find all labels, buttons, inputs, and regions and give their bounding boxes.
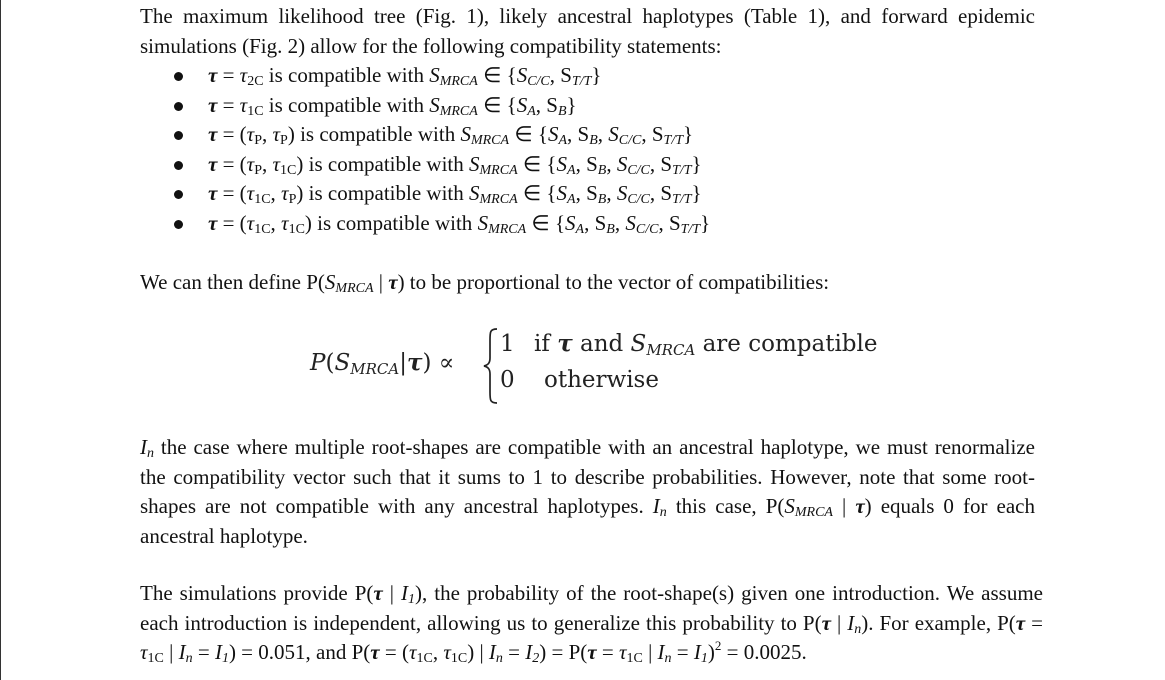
case-value: 1 <box>500 331 515 357</box>
compatibility-item: τ = τ1C is compatible with SMRCA ∈ {SA, … <box>174 91 710 121</box>
compatibility-item-text: τ = (τ1C, τP) is compatible with SMRCA ∈… <box>208 181 702 208</box>
bullet-icon <box>174 72 183 81</box>
bullet-icon <box>174 190 183 200</box>
compatibility-item: τ = (τ1C, τ1C) is compatible with SMRCA … <box>174 209 710 239</box>
page-border-line <box>0 0 1 680</box>
compatibility-list: τ = τ2C is compatible with SMRCA ∈ {SC/C… <box>174 61 710 239</box>
compatibility-item-text: τ = τ2C is compatible with SMRCA ∈ {SC/C… <box>208 63 602 89</box>
compatibility-item-text: τ = (τP, τ1C) is compatible with SMRCA ∈… <box>208 151 702 178</box>
bullet-icon <box>174 219 183 229</box>
equation-case-compatible: 1 if τ and SMRCA are compatible <box>500 330 878 359</box>
case-value: 0 <box>500 367 515 393</box>
intro-paragraph: The maximum likelihood tree (Fig. 1), li… <box>140 4 1035 58</box>
definition-paragraph: We can then define P(SMRCA | τ) to be pr… <box>140 270 830 296</box>
compatibility-equation: P(SMRCA|τ) ∝ 1 if τ and SMRCA are compati… <box>310 328 910 404</box>
bullet-icon <box>174 131 183 141</box>
renormalize-paragraph: In the case where multiple root-shapes a… <box>140 435 1036 548</box>
case-condition: if τ and SMRCA are compatible <box>534 330 878 359</box>
equation-case-otherwise: 0 otherwise <box>500 367 659 393</box>
compatibility-item: τ = (τP, τP) is compatible with SMRCA ∈ … <box>174 120 710 150</box>
compatibility-item: τ = τ2C is compatible with SMRCA ∈ {SC/C… <box>174 61 710 91</box>
simulations-paragraph: The simulations provide P(τ | I1), the p… <box>140 581 1043 666</box>
compatibility-item: τ = (τ1C, τP) is compatible with SMRCA ∈… <box>174 179 710 209</box>
compatibility-item: τ = (τP, τ1C) is compatible with SMRCA ∈… <box>174 150 710 180</box>
case-condition: otherwise <box>544 367 659 393</box>
bullet-icon <box>174 160 183 170</box>
compatibility-item-text: τ = (τ1C, τ1C) is compatible with SMRCA … <box>208 210 711 237</box>
compatibility-item-text: τ = τ1C is compatible with SMRCA ∈ {SA, … <box>208 92 577 119</box>
left-brace-icon <box>483 328 498 404</box>
compatibility-item-text: τ = (τP, τP) is compatible with SMRCA ∈ … <box>208 122 694 149</box>
equation-lhs: P(SMRCA|τ) ∝ <box>310 349 455 378</box>
bullet-icon <box>174 101 183 111</box>
